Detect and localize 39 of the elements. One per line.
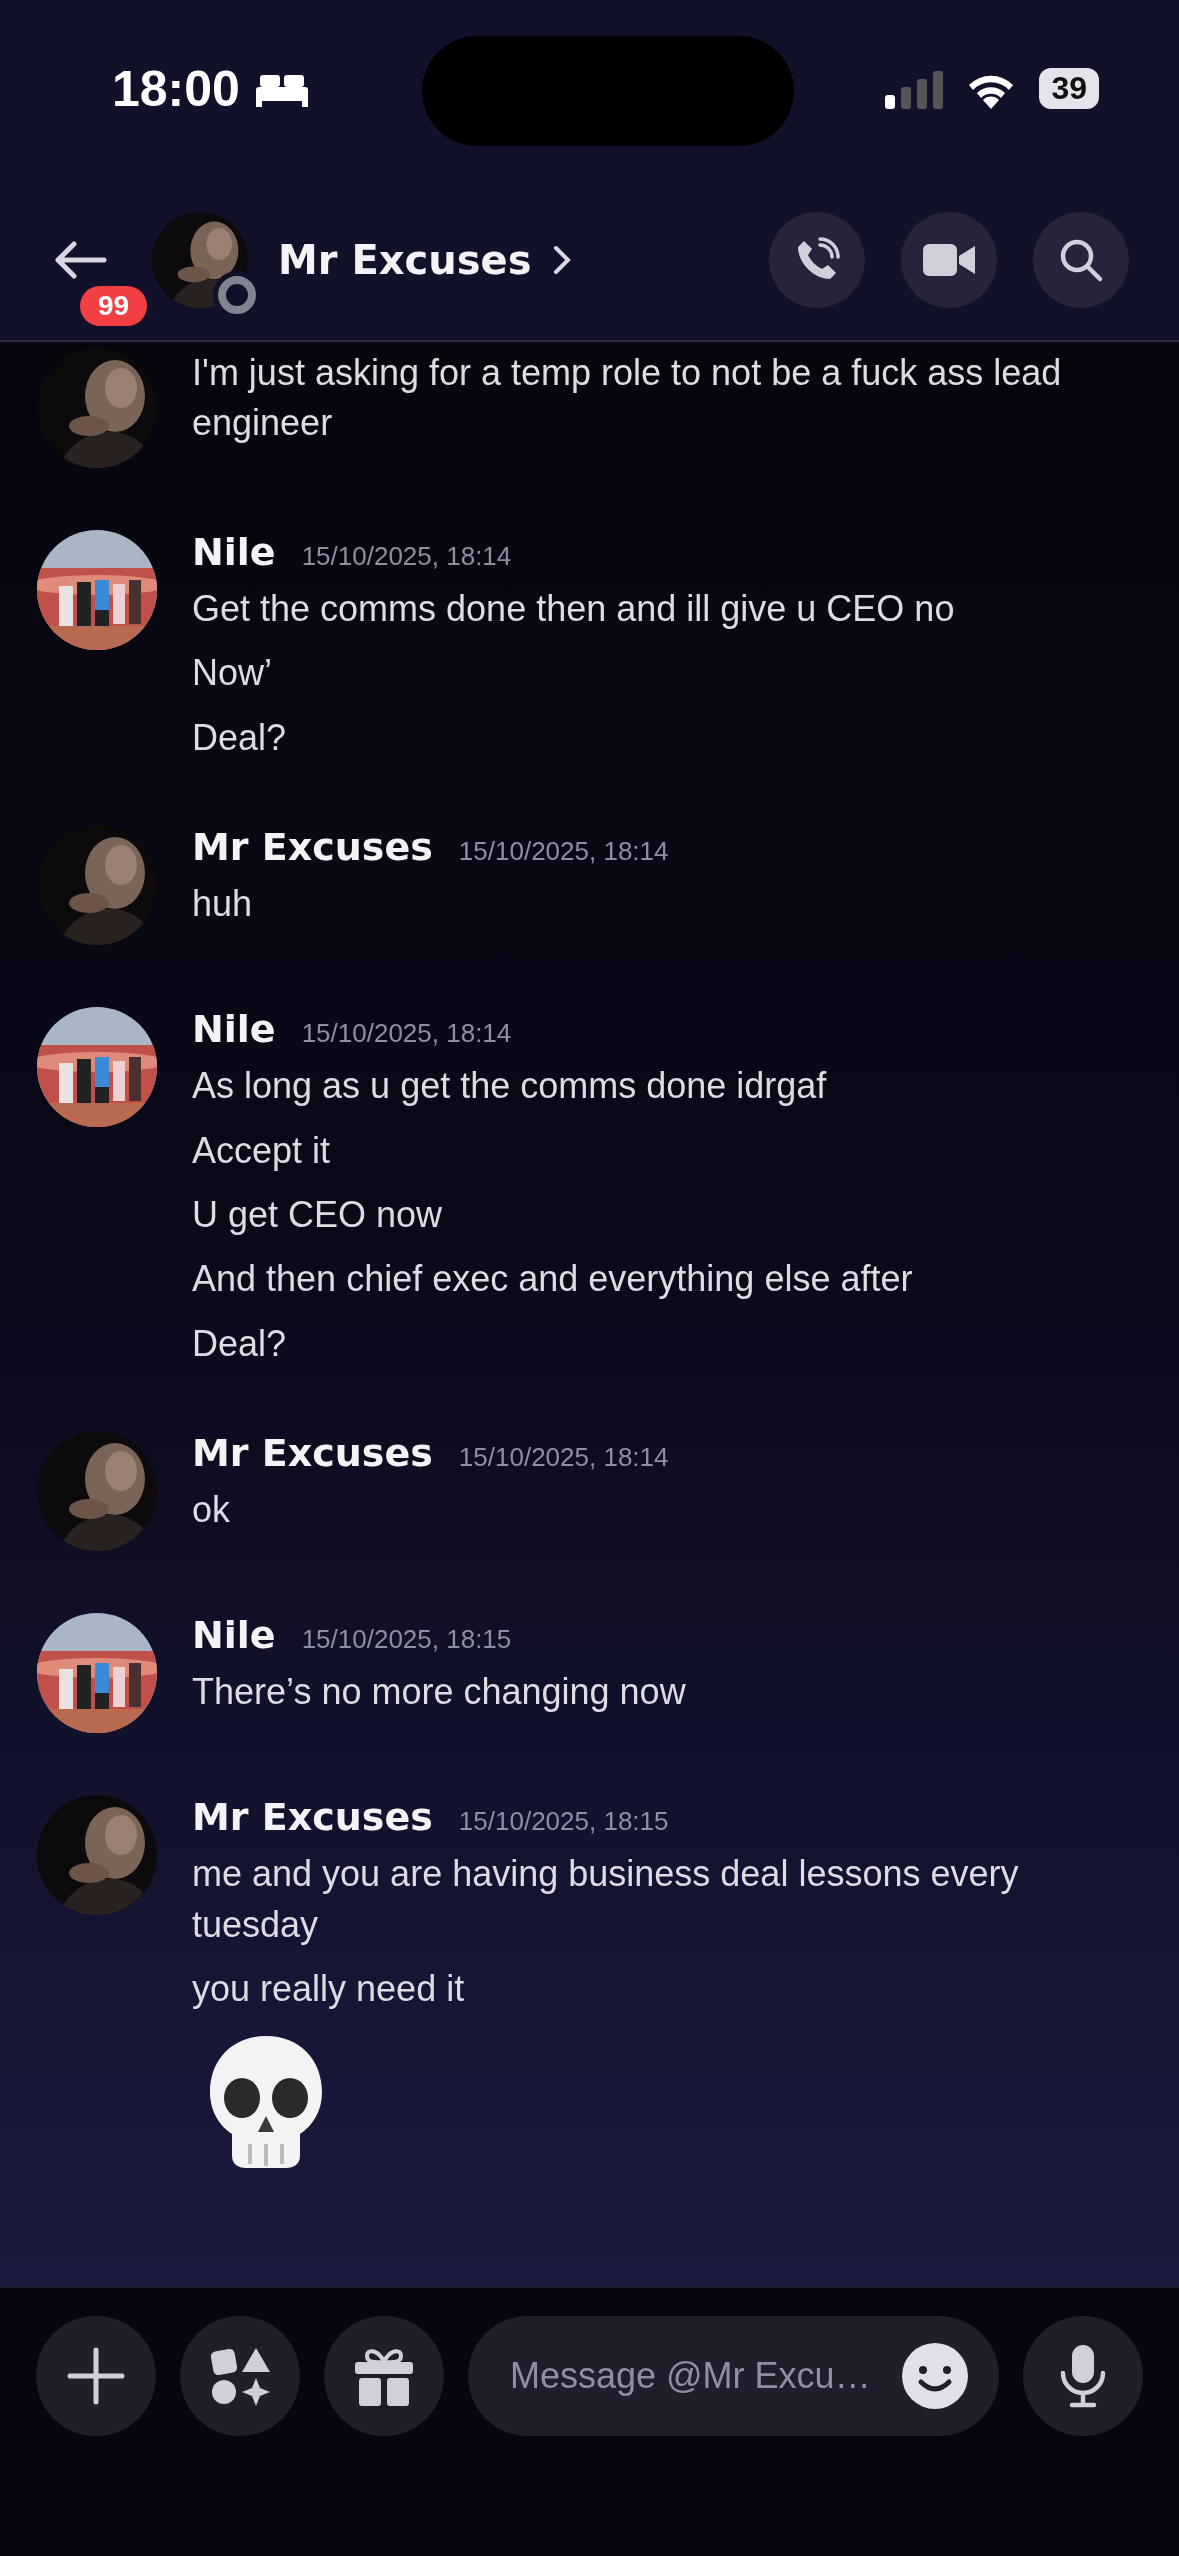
author-name[interactable]: Nile — [192, 1613, 276, 1658]
author-name[interactable]: Nile — [192, 530, 276, 574]
message-timestamp: 15/10/2025, 18:14 — [458, 1442, 669, 1474]
message-timestamp: 15/10/2025, 18:15 — [301, 1624, 512, 1656]
message-text: There’s no more changing now — [192, 1670, 687, 1715]
message-text: Deal? — [192, 1321, 288, 1366]
message-text: me and you are having business deal lessons every tuesday — [192, 1852, 1020, 1947]
message-text: U get CEO now — [192, 1192, 444, 1237]
back-arrow-icon[interactable] — [52, 240, 108, 280]
message-input[interactable]: Message @Mr Excu… — [468, 2316, 999, 2436]
battery-level: 39 — [1039, 68, 1099, 109]
contact-name[interactable]: Mr Excuses — [278, 237, 572, 283]
message-timestamp: 15/10/2025, 18:15 — [458, 1806, 669, 1838]
message-text: I'm just asking for a temp role to not be a fuck ass lead engineer — [192, 351, 1063, 446]
message-text: ok — [192, 1488, 232, 1533]
author-name[interactable]: Mr Excuses — [192, 1431, 433, 1476]
message-text: Deal? — [192, 715, 288, 760]
microphone-icon[interactable] — [1058, 2343, 1108, 2409]
author-name[interactable]: Mr Excuses — [192, 1795, 433, 1840]
message-text: Accept it — [192, 1128, 332, 1173]
message-timestamp: 15/10/2025, 18:14 — [301, 1018, 512, 1050]
video-camera-icon[interactable] — [923, 242, 975, 278]
chevron-right-icon[interactable] — [551, 244, 572, 276]
message-text: Now’ — [192, 651, 273, 696]
clock-time: 18:00 — [112, 60, 240, 118]
message-timestamp: 15/10/2025, 18:14 — [458, 836, 669, 868]
message-text: Get the comms done then and ill give u CEO no — [192, 587, 956, 631]
unread-badge: 99 — [80, 286, 148, 326]
author-name[interactable]: Nile — [192, 1007, 276, 1052]
message-text: As long as u get the comms done idrgaf — [192, 1064, 828, 1109]
message-text: And then chief exec and everything else after — [192, 1257, 914, 1302]
search-icon[interactable] — [1058, 237, 1104, 283]
message-text: you really need it — [192, 1966, 466, 2011]
signal-icon — [885, 68, 944, 109]
message-text: huh — [192, 882, 254, 927]
message-timestamp: 15/10/2025, 18:14 — [301, 541, 512, 572]
author-name[interactable]: Mr Excuses — [192, 825, 433, 870]
emoji-icon[interactable] — [901, 2342, 969, 2410]
plus-icon[interactable] — [66, 2346, 126, 2406]
